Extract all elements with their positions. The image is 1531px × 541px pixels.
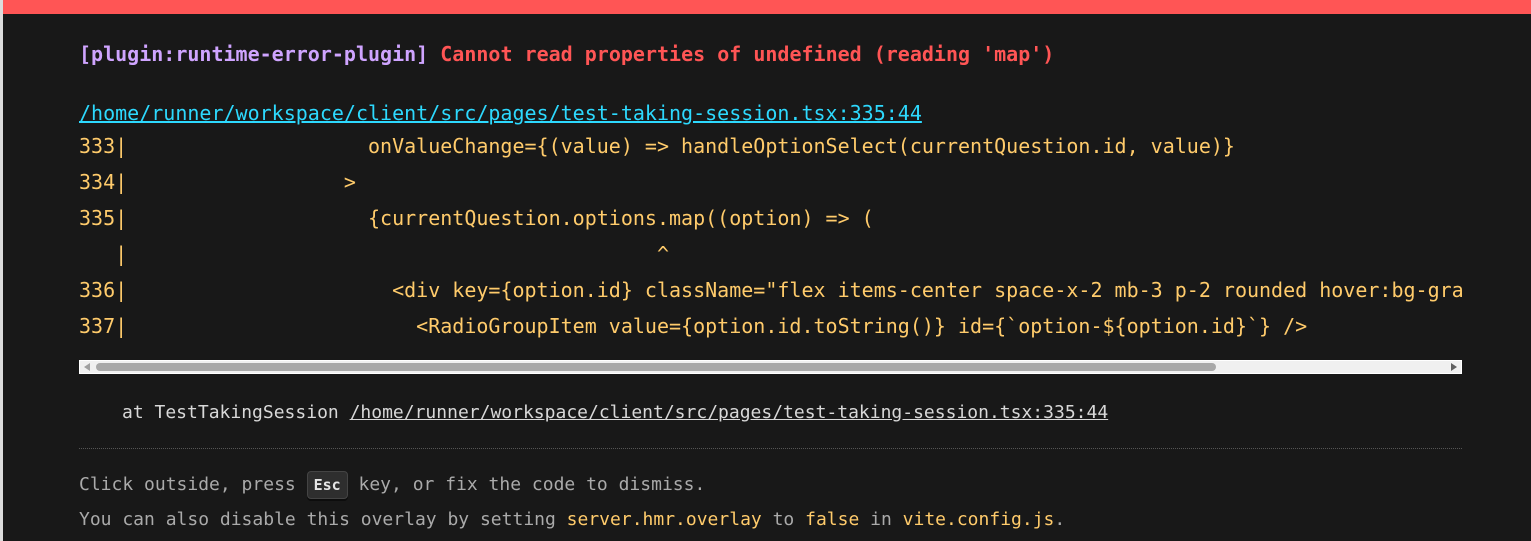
scrollbar-thumb[interactable] [96, 363, 1216, 371]
tip-text: in [859, 509, 903, 530]
tip-text: Click outside, press [79, 474, 307, 495]
stack-prefix: at TestTakingSession [122, 402, 350, 423]
code-line: 336| <div key={option.id} className="fle… [79, 278, 1462, 302]
code-frame[interactable]: 333| onValueChange={(value) => handleOpt… [79, 128, 1462, 362]
code-line: 333| onValueChange={(value) => handleOpt… [79, 134, 1235, 158]
stack-file-link[interactable]: /home/runner/workspace/client/src/pages/… [350, 402, 1109, 423]
error-overlay-window: [plugin:runtime-error-plugin] Cannot rea… [3, 0, 1531, 541]
error-overlay-backdrop[interactable]: [plugin:runtime-error-plugin] Cannot rea… [0, 0, 1531, 541]
error-file-link[interactable]: /home/runner/workspace/client/src/pages/… [79, 98, 922, 128]
error-text: Cannot read properties of undefined (rea… [440, 42, 1055, 66]
code-caret-line: | ^ [79, 242, 670, 266]
horizontal-scrollbar[interactable] [79, 360, 1462, 374]
error-message: [plugin:runtime-error-plugin] Cannot rea… [79, 39, 1054, 69]
scroll-left-arrow-icon[interactable] [84, 363, 90, 371]
disable-overlay-tip: You can also disable this overlay by set… [79, 506, 1065, 534]
stack-trace: at TestTakingSession /home/runner/worksp… [122, 399, 1108, 427]
code-line: 334| > [79, 170, 356, 194]
config-file-name: vite.config.js [902, 509, 1055, 530]
code-line: 337| <RadioGroupItem value={option.id.to… [79, 314, 1308, 338]
code-line-error: 335| {currentQuestion.options.map((optio… [79, 206, 874, 230]
plugin-name: [plugin:runtime-error-plugin] [79, 42, 429, 66]
tip-text: to [761, 509, 806, 530]
esc-key-badge: Esc [306, 471, 348, 499]
scroll-right-arrow-icon[interactable] [1451, 363, 1457, 371]
setting-value: false [805, 509, 860, 530]
tip-text: . [1054, 509, 1066, 530]
dismiss-tip: Click outside, press Esc key, or fix the… [79, 471, 705, 499]
divider [79, 448, 1462, 449]
setting-name: server.hmr.overlay [566, 509, 762, 530]
tip-text: key, or fix the code to dismiss. [347, 474, 706, 495]
tip-text: You can also disable this overlay by set… [79, 509, 567, 530]
